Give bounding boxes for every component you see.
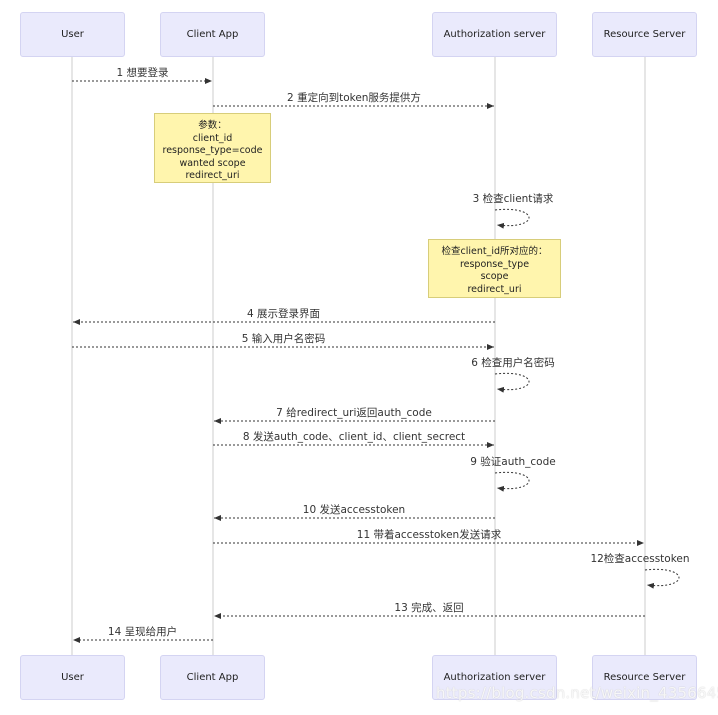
note-line: response_type=code	[162, 145, 263, 156]
note-line: redirect_uri	[467, 283, 522, 295]
note-line: client_id	[192, 132, 233, 144]
sequence-diagram	[71, 57, 680, 655]
note-line: response_type	[459, 258, 530, 270]
message-label: 14 呈现给用户	[107, 626, 178, 638]
message-label: 3 检查client请求	[472, 193, 554, 205]
message-label: 13 完成、返回	[394, 602, 464, 614]
message-label: 2 重定向到token服务提供方	[287, 92, 421, 104]
actor-top-resource-server: Resource Server	[592, 12, 697, 57]
note-line: wanted scope	[179, 157, 246, 169]
note-auth-check: 检查client_id所对应的： response_type scope red…	[428, 239, 561, 298]
actor-bottom-user: User	[20, 655, 125, 700]
message-label: 6 检查用户名密码	[471, 357, 555, 369]
note-line: scope	[480, 271, 509, 282]
actor-bottom-client-app: Client App	[160, 655, 265, 700]
watermark: https://blog.csdn.net/weixin_43566459	[436, 684, 718, 702]
message-label: 1 想要登录	[116, 67, 169, 79]
self-message-arrow	[494, 372, 530, 393]
message-label: 7 给redirect_uri返回auth_code	[276, 407, 432, 419]
note-line: redirect_uri	[185, 170, 240, 181]
note-line: 参数：	[198, 120, 227, 131]
message-label: 9 验证auth_code	[470, 456, 556, 468]
self-message-arrow	[494, 471, 530, 492]
actor-top-client-app: Client App	[160, 12, 265, 57]
note-line: 检查client_id所对应的：	[441, 246, 548, 257]
self-message-arrow	[494, 208, 530, 229]
message-label: 4 展示登录界面	[246, 308, 321, 320]
note-client-params: 参数： client_id response_type=code wanted …	[154, 113, 271, 183]
message-label: 8 发送auth_code、client_id、client_secrect	[242, 431, 466, 443]
message-label: 5 输入用户名密码	[241, 333, 326, 345]
self-message-arrow	[644, 568, 680, 589]
message-label: 11 带着accesstoken发送请求	[356, 529, 502, 541]
actor-top-user: User	[20, 12, 125, 57]
message-label: 10 发送accesstoken	[302, 504, 406, 516]
actor-top-authorization-server: Authorization server	[432, 12, 557, 57]
message-label: 12检查accesstoken	[590, 553, 690, 565]
